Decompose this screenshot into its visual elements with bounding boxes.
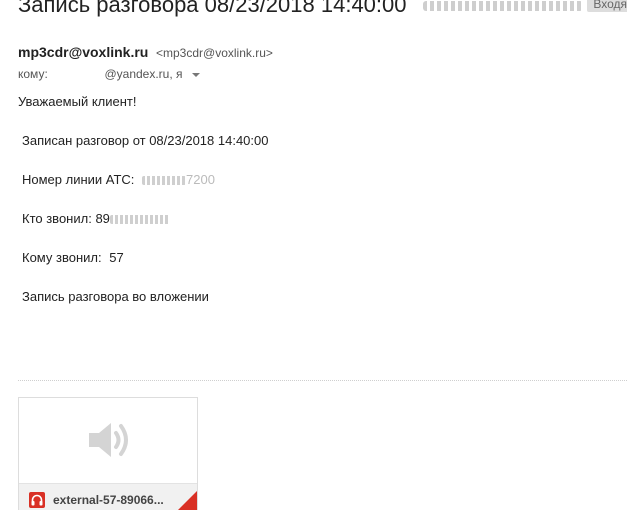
sender-line: mp3cdr@voxlink.ru <mp3cdr@voxlink.ru> (18, 44, 273, 60)
file-corner-fold (177, 491, 197, 510)
attachments-divider (18, 380, 627, 381)
caller-row: Кто звонил: 89 (22, 211, 170, 226)
redacted-caller-number (109, 215, 170, 225)
recipient-line[interactable]: кому: @yandex.ru, я (18, 67, 200, 81)
callee-row: Кому звонил: 57 (22, 250, 124, 265)
headphones-icon (29, 492, 45, 508)
sender-address: <mp3cdr@voxlink.ru> (155, 46, 273, 60)
attachment-note: Запись разговора во вложении (22, 289, 209, 304)
callee-label: Кому звонил: (22, 250, 102, 265)
callee-value: 57 (109, 250, 124, 265)
attachment-preview[interactable] (19, 398, 197, 483)
inbox-label-chip[interactable]: Входя (587, 0, 627, 12)
redacted-subject-part (422, 1, 583, 12)
attachment-footer[interactable]: external-57-89066... (19, 483, 197, 510)
greeting: Уважаемый клиент! (18, 94, 137, 109)
audio-speaker-icon (89, 423, 128, 457)
ats-line-label: Номер линии АТС: (22, 172, 135, 187)
email-subject: Запись разговора 08/23/2018 14:40:00 (18, 0, 583, 18)
attachment-card[interactable]: external-57-89066... (18, 397, 198, 510)
email-view: Запись разговора 08/23/2018 14:40:00 Вхо… (0, 0, 627, 510)
ats-line-row: Номер линии АТС: 7200 (22, 172, 215, 187)
recipient-prefix: кому: (18, 67, 48, 81)
subject-text: Запись разговора 08/23/2018 14:40:00 (18, 0, 407, 17)
attachment-file-name[interactable]: external-57-89066... (53, 493, 164, 507)
sender-name[interactable]: mp3cdr@voxlink.ru (18, 44, 148, 60)
redacted-line-number (142, 176, 187, 186)
ats-line-partial: 7200 (186, 172, 215, 187)
caller-label: Кто звонил: (22, 211, 92, 226)
recipient-domain: @yandex.ru, я (104, 67, 183, 81)
recorded-line: Записан разговор от 08/23/2018 14:40:00 (22, 133, 269, 148)
caller-partial: 89 (95, 211, 110, 226)
redacted-recipient (51, 70, 101, 78)
chevron-down-icon[interactable] (191, 72, 200, 77)
